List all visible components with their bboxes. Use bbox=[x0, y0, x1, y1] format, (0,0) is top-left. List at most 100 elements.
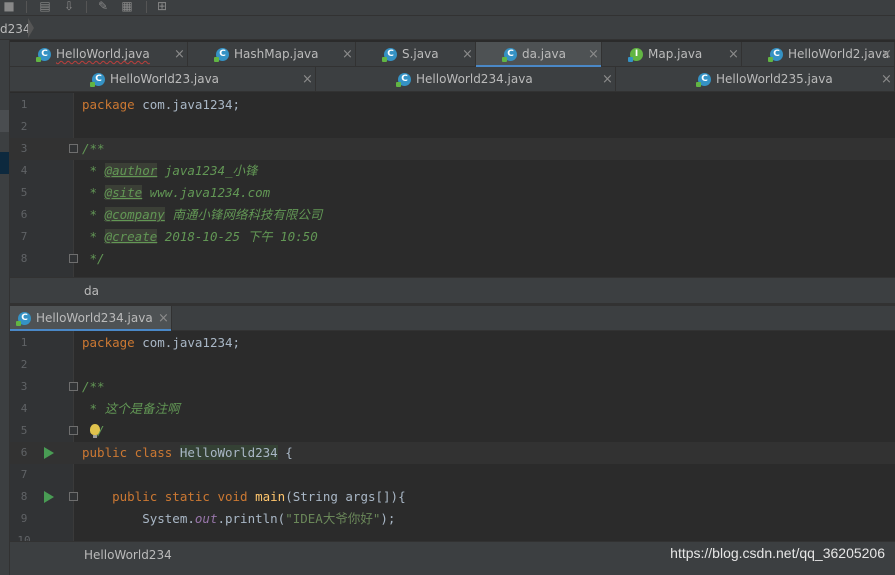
line-number: 1 bbox=[20, 98, 28, 111]
code-line[interactable]: 2 bbox=[10, 354, 895, 376]
code-token: / bbox=[82, 423, 105, 438]
class-file-icon: C bbox=[36, 48, 51, 62]
code-line[interactable]: 6 * @company 南通小锋网络科技有限公司 bbox=[10, 204, 895, 226]
toolbar-separator bbox=[86, 1, 87, 13]
code-token: ); bbox=[380, 511, 396, 526]
code-token: public static void bbox=[82, 489, 256, 504]
fold-marker-icon[interactable] bbox=[69, 144, 78, 153]
close-tab-icon[interactable]: × bbox=[881, 42, 892, 67]
top-editor-breadcrumb: da bbox=[10, 277, 895, 303]
run-gutter-icon[interactable] bbox=[44, 447, 54, 459]
code-text: * @site www.java1234.com bbox=[82, 182, 270, 204]
code-token: package bbox=[82, 97, 143, 112]
editor-tab[interactable]: C HelloWorld.java × bbox=[10, 42, 188, 67]
project-panel-edge[interactable] bbox=[0, 40, 10, 575]
code-line[interactable]: 8 */ bbox=[10, 248, 895, 270]
editor-tab[interactable]: C HelloWorld234.java × bbox=[10, 306, 172, 332]
stop-icon[interactable]: ■ bbox=[2, 0, 16, 12]
line-number: 7 bbox=[20, 230, 28, 243]
code-token: { bbox=[277, 445, 293, 460]
code-line[interactable]: 4 * @author java1234_小锋 bbox=[10, 160, 895, 182]
editor-tab[interactable]: Cda.java × bbox=[476, 42, 602, 68]
code-token: */ bbox=[82, 251, 105, 266]
code-line[interactable]: 10 bbox=[10, 530, 895, 541]
line-number: 4 bbox=[20, 402, 28, 415]
code-line[interactable]: 7 bbox=[10, 464, 895, 486]
code-text: * @author java1234_小锋 bbox=[82, 160, 258, 182]
close-tab-icon[interactable]: × bbox=[158, 306, 169, 331]
run-gutter-icon[interactable] bbox=[44, 491, 54, 503]
code-text: * @create 2018-10-25 下午 10:50 bbox=[82, 226, 318, 248]
code-token: com.java1234; bbox=[142, 335, 241, 350]
code-line[interactable]: 3 /** bbox=[10, 376, 895, 398]
code-line[interactable]: 8 public static void main(String args[])… bbox=[10, 486, 895, 508]
line-number: 6 bbox=[20, 446, 28, 459]
code-token: www.java1234.com bbox=[142, 185, 271, 200]
close-tab-icon[interactable]: × bbox=[588, 42, 599, 67]
line-number: 5 bbox=[20, 186, 28, 199]
code-line[interactable]: 1 package com.java1234; bbox=[10, 332, 895, 354]
close-tab-icon[interactable]: × bbox=[728, 42, 739, 67]
close-tab-icon[interactable]: × bbox=[602, 67, 613, 92]
code-token: 2018-10-25 下午 10:50 bbox=[157, 229, 318, 244]
code-token: "IDEA大爷你好" bbox=[285, 511, 381, 526]
code-line[interactable]: 7 * @create 2018-10-25 下午 10:50 bbox=[10, 226, 895, 248]
fold-marker-icon[interactable] bbox=[69, 492, 78, 501]
code-text: * @company 南通小锋网络科技有限公司 bbox=[82, 204, 322, 226]
editor-tab[interactable]: C S.java × bbox=[356, 42, 476, 67]
code-line[interactable]: 1 package com.java1234; bbox=[10, 94, 895, 116]
code-line[interactable]: 3 /** bbox=[10, 138, 895, 160]
editor-tab[interactable]: I Map.java × bbox=[602, 42, 742, 67]
code-token: HelloWorld234 bbox=[179, 445, 278, 460]
top-editor-crumb-label[interactable]: da bbox=[84, 278, 99, 304]
line-number: 9 bbox=[20, 512, 28, 525]
build-icon[interactable]: ▤ bbox=[38, 0, 52, 12]
code-line[interactable]: 5 * @site www.java1234.com bbox=[10, 182, 895, 204]
editor-tab-label: HelloWorld23.java bbox=[110, 72, 220, 86]
project-tree-row-selected[interactable] bbox=[0, 152, 9, 174]
fold-marker-icon[interactable] bbox=[69, 382, 78, 391]
close-tab-icon[interactable]: × bbox=[462, 42, 473, 67]
code-line[interactable]: 9 System.out.println("IDEA大爷你好"); bbox=[10, 508, 895, 530]
editor-tab[interactable]: C HashMap.java × bbox=[188, 42, 356, 67]
tree-icon[interactable]: ⊞ bbox=[155, 0, 169, 12]
editor-tab-label: Map.java bbox=[648, 47, 703, 61]
line-number: 10 bbox=[17, 534, 31, 541]
bottom-editor[interactable]: 1 package com.java1234; 2 3/** 4 * 这个是备注啊 5 /… bbox=[10, 331, 895, 541]
code-line[interactable]: 4 * 这个是备注啊 bbox=[10, 398, 895, 420]
line-number: 6 bbox=[20, 208, 28, 221]
editor-tab-label: HelloWorld235.java bbox=[716, 72, 833, 86]
download-icon[interactable]: ⇩ bbox=[62, 0, 76, 12]
project-structure-icon[interactable]: ▦ bbox=[120, 0, 134, 12]
editor-tab-label: HashMap.java bbox=[234, 47, 319, 61]
interface-file-icon: I bbox=[628, 48, 643, 62]
line-number: 7 bbox=[20, 468, 28, 481]
code-text: System.out.println("IDEA大爷你好"); bbox=[82, 508, 395, 530]
code-line[interactable]: 6 public class HelloWorld234 { bbox=[10, 442, 895, 464]
project-tree-row[interactable] bbox=[0, 110, 9, 132]
editor-tab[interactable]: C HelloWorld235.java × bbox=[616, 67, 895, 92]
breadcrumb-arrow-icon bbox=[28, 18, 34, 38]
fold-marker-icon[interactable] bbox=[69, 254, 78, 263]
editor-tab[interactable]: C HelloWorld2.java × bbox=[742, 42, 895, 67]
code-token: * 这个是备注啊 bbox=[82, 401, 180, 416]
close-tab-icon[interactable]: × bbox=[342, 42, 353, 67]
code-line[interactable]: 5 / bbox=[10, 420, 895, 442]
code-token: .println( bbox=[217, 511, 286, 526]
close-tab-icon[interactable]: × bbox=[174, 42, 185, 67]
code-token: @create bbox=[104, 229, 158, 244]
close-tab-icon[interactable]: × bbox=[302, 67, 313, 92]
line-number: 4 bbox=[20, 164, 28, 177]
class-file-icon: C bbox=[696, 73, 711, 87]
toolbar-separator bbox=[26, 1, 27, 13]
close-tab-icon[interactable]: × bbox=[881, 67, 892, 92]
class-file-icon: C bbox=[16, 312, 31, 326]
code-line[interactable]: 2 bbox=[10, 116, 895, 138]
bottom-editor-crumb-label[interactable]: HelloWorld234 bbox=[84, 542, 172, 568]
fold-marker-icon[interactable] bbox=[69, 426, 78, 435]
wrench-icon[interactable]: ✎ bbox=[96, 0, 110, 12]
editor-tab-label: S.java bbox=[402, 47, 439, 61]
editor-tab[interactable]: C HelloWorld234.java × bbox=[316, 67, 616, 92]
editor-tab[interactable]: C HelloWorld23.java × bbox=[10, 67, 316, 92]
top-editor[interactable]: 1 package com.java1234; 2 3 /** 4 * @author j… bbox=[10, 93, 895, 277]
